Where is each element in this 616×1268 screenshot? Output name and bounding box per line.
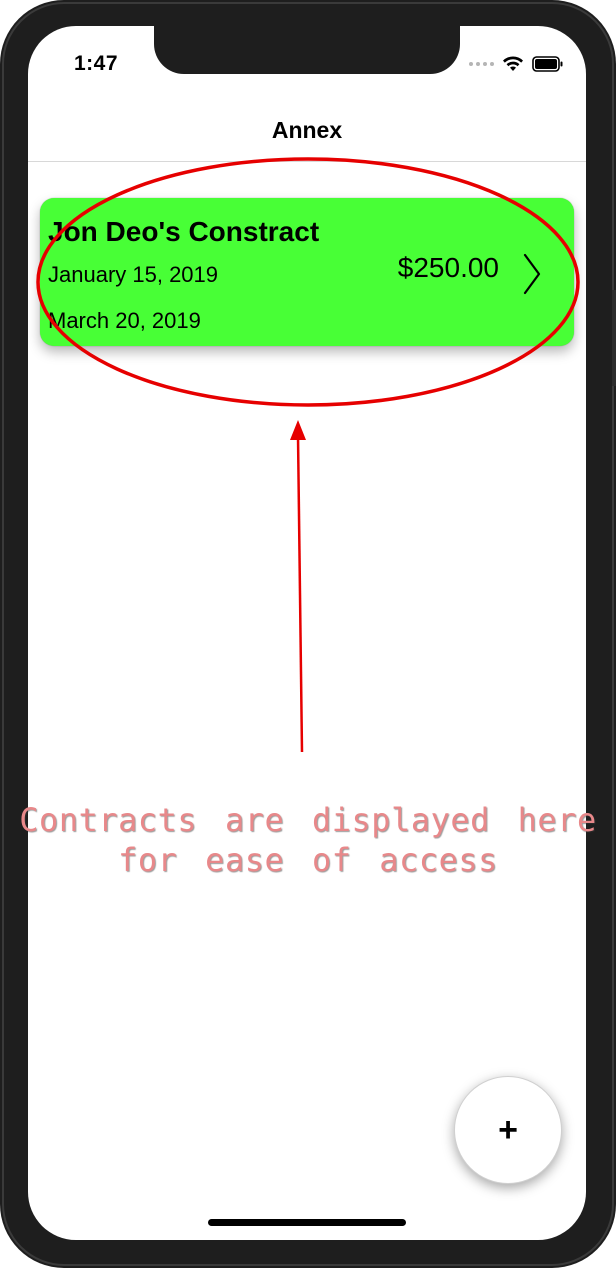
screen: 1:47 Annex Jon Deo's Constract January 1…	[28, 26, 586, 1240]
phone-frame: 1:47 Annex Jon Deo's Constract January 1…	[0, 0, 616, 1268]
notch	[154, 26, 460, 74]
navigation-bar: Annex	[28, 100, 586, 162]
wifi-icon	[502, 56, 524, 72]
home-indicator	[208, 1219, 406, 1226]
contract-title: Jon Deo's Constract	[48, 216, 320, 247]
status-icons	[469, 54, 564, 74]
annotation-line-1: Contracts are displayed here	[19, 801, 597, 839]
status-time: 1:47	[74, 52, 119, 75]
side-button	[612, 290, 616, 386]
contract-amount: $250.00	[397, 252, 499, 283]
add-contract-button[interactable]: +	[454, 1076, 562, 1184]
contract-start-date: January 15, 2019	[48, 262, 219, 287]
annotation-line-2: for ease of access	[118, 841, 498, 879]
cellular-signal-icon	[469, 62, 494, 66]
contract-card[interactable]: Jon Deo's Constract January 15, 2019 Mar…	[40, 198, 574, 346]
page-title: Annex	[271, 117, 343, 143]
contract-end-date: March 20, 2019	[48, 308, 201, 333]
annotation-caption: Contracts are displayed here for ease of…	[0, 800, 616, 880]
chevron-right-icon	[522, 252, 542, 301]
battery-icon	[532, 56, 564, 72]
